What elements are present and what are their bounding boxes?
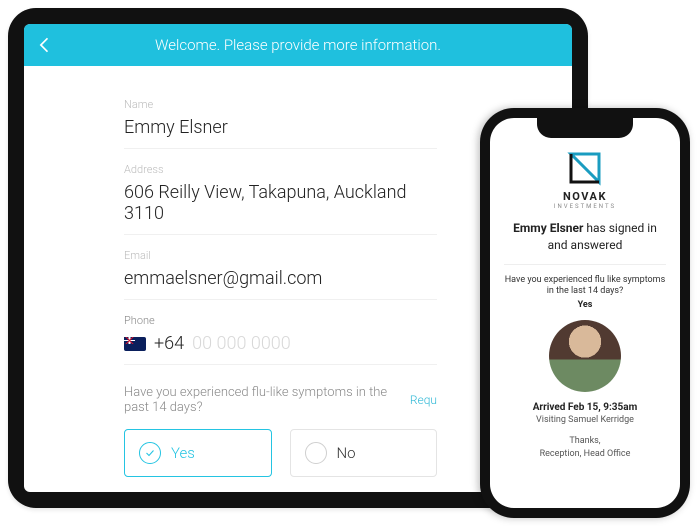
- header-title: Welcome. Please provide more information…: [66, 36, 572, 54]
- confirmation-question: Have you experienced flu like symptoms i…: [504, 275, 666, 298]
- phone-placeholder: 00 000 0000: [192, 333, 291, 354]
- phone-device-frame: NOVAK INVESTMENTS Emmy Elsner has signed…: [480, 108, 690, 518]
- name-field[interactable]: Emmy Elsner: [124, 113, 437, 149]
- signed-in-message: Emmy Elsner has signed in and answered: [510, 220, 660, 254]
- flag-nz-icon[interactable]: [124, 337, 146, 351]
- radio-unselected-icon: [305, 442, 327, 464]
- footer-thanks: Thanks,: [540, 435, 631, 448]
- health-question-row: Have you experienced flu-like symptoms i…: [124, 385, 437, 415]
- divider: [504, 264, 666, 265]
- name-label: Name: [124, 98, 437, 111]
- email-field[interactable]: emmaelsner@gmail.com: [124, 264, 437, 300]
- email-label: Email: [124, 249, 437, 262]
- health-question-options: Yes No: [124, 429, 437, 477]
- required-indicator: Requ: [410, 393, 437, 407]
- phone-label: Phone: [124, 314, 437, 327]
- brand-logo-icon: [565, 148, 605, 188]
- visitor-avatar: [549, 320, 621, 392]
- option-no[interactable]: No: [290, 429, 438, 477]
- option-no-label: No: [337, 444, 356, 462]
- confirmation-answer: Yes: [578, 300, 593, 310]
- footer-from: Reception, Head Office: [540, 448, 631, 461]
- brand-tagline: INVESTMENTS: [554, 203, 616, 210]
- phone-field[interactable]: +64 00 000 0000: [124, 327, 437, 365]
- option-yes-label: Yes: [171, 444, 195, 462]
- visiting-host: Visiting Samuel Kerridge: [536, 415, 634, 425]
- option-yes[interactable]: Yes: [124, 429, 272, 477]
- address-label: Address: [124, 163, 437, 176]
- back-arrow-icon[interactable]: [24, 35, 66, 55]
- radio-selected-icon: [139, 442, 161, 464]
- phone-country-code: +64: [154, 333, 184, 354]
- header-bar: Welcome. Please provide more information…: [24, 24, 572, 66]
- phone-notch: [537, 118, 633, 138]
- phone-screen: NOVAK INVESTMENTS Emmy Elsner has signed…: [490, 118, 680, 508]
- signed-in-name: Emmy Elsner: [513, 221, 583, 235]
- health-question-text: Have you experienced flu-like symptoms i…: [124, 385, 410, 415]
- brand-name: NOVAK: [563, 190, 607, 203]
- footer-message: Thanks, Reception, Head Office: [540, 435, 631, 460]
- address-field[interactable]: 606 Reilly View, Takapuna, Auckland 3110: [124, 178, 437, 235]
- arrival-time: Arrived Feb 15, 9:35am: [533, 402, 638, 413]
